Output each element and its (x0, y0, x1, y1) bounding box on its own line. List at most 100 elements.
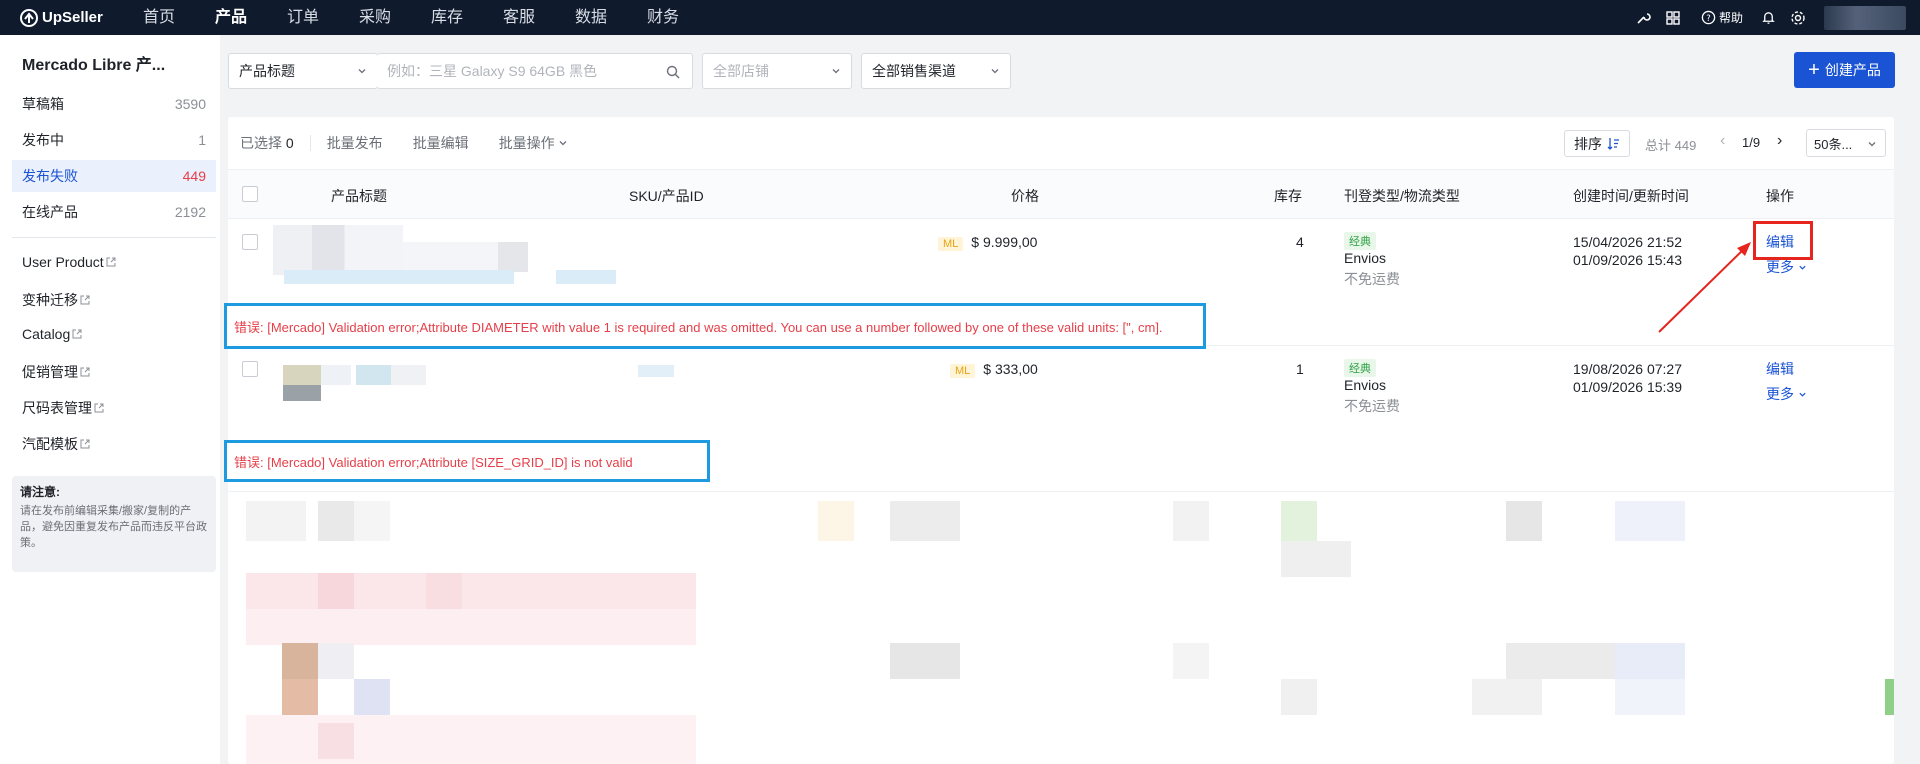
blurred-block (356, 365, 391, 385)
sidebar-item-label: 草稿箱 (22, 96, 64, 112)
bell-icon[interactable] (1761, 10, 1776, 25)
col-price: 价格 (1011, 188, 1039, 204)
price-cell: ML $ 9.999,00 (938, 234, 1037, 251)
row-checkbox[interactable] (242, 361, 258, 377)
next-page-icon[interactable]: › (1777, 132, 1782, 150)
external-link-icon (94, 403, 104, 413)
batch-edit-button[interactable]: 批量编辑 (413, 133, 469, 153)
chevron-down-icon (1799, 392, 1806, 397)
search-placeholder: 例如：三星 Galaxy S9 64GB 黑色 (387, 63, 598, 79)
sidebar-link-label: 促销管理 (22, 364, 78, 380)
nav-products[interactable]: 产品 (215, 0, 287, 35)
created-time: 19/08/2026 07:27 (1573, 361, 1682, 377)
shop-select[interactable]: 全部店铺 (702, 53, 852, 89)
sidebar-link-catalog[interactable]: Catalog (22, 326, 82, 342)
select-all-checkbox[interactable] (242, 186, 258, 202)
sidebar-link-label: 变种迁移 (22, 292, 78, 308)
stock-value: 4 (1296, 234, 1304, 250)
error-text: 错误: [Mercado] Validation error;Attribute… (234, 454, 633, 470)
updated-time: 01/09/2026 15:39 (1573, 379, 1682, 395)
error-message-1: 错误: [Mercado] Validation error;Attribute… (224, 303, 1206, 349)
logistics-type: Envios (1344, 377, 1387, 393)
sidebar-item-count: 449 (182, 168, 206, 184)
sort-button[interactable]: 排序 (1564, 130, 1630, 157)
field-select[interactable]: 产品标题 (228, 53, 378, 89)
sidebar-link-variant-migration[interactable]: 变种迁移 (22, 290, 90, 310)
search-icon[interactable] (666, 65, 680, 79)
table-header: 产品标题 SKU/产品ID 价格 库存 刊登类型/物流类型 创建时间/更新时间 … (228, 169, 1894, 219)
edit-highlight-box (1753, 221, 1813, 260)
search-input[interactable]: 例如：三星 Galaxy S9 64GB 黑色 (377, 53, 693, 89)
shop-select-value: 全部店铺 (713, 63, 769, 79)
main-menu: 首页 产品 订单 采购 库存 客服 数据 财务 (143, 0, 719, 35)
apps-grid-icon[interactable] (1665, 10, 1681, 26)
price-value: $ 333,00 (983, 361, 1038, 377)
sidebar-item-count: 3590 (174, 96, 206, 112)
logistics-type: Envios (1344, 250, 1387, 266)
batch-ops-dropdown[interactable]: 批量操作 (499, 133, 568, 153)
col-stock: 库存 (1274, 188, 1302, 204)
sidebar-item-publishing[interactable]: 发布中 1 (12, 124, 216, 156)
more-label: 更多 (1766, 259, 1794, 275)
col-sku: SKU/产品ID (629, 188, 704, 204)
gear-icon[interactable] (1790, 10, 1806, 26)
ml-badge: ML (938, 237, 964, 251)
edit-link[interactable]: 编辑 (1766, 359, 1794, 379)
blurred-link (556, 270, 616, 284)
nav-purchase[interactable]: 采购 (359, 0, 431, 35)
nav-customer-service[interactable]: 客服 (503, 0, 575, 35)
sidebar-link-label: Catalog (22, 326, 71, 342)
page-size-select[interactable]: 50条... (1806, 129, 1886, 157)
channel-select-value: 全部销售渠道 (872, 63, 956, 79)
create-product-button[interactable]: + 创建产品 (1794, 52, 1895, 88)
help-circle-icon: ? (1701, 10, 1716, 25)
shipping-type: 不免运费 (1344, 271, 1400, 287)
blurred-rows (228, 493, 1894, 764)
external-link-icon (106, 257, 116, 267)
nav-orders[interactable]: 订单 (287, 0, 359, 35)
sidebar-divider (12, 237, 216, 238)
page-indicator: 1/9 (1742, 135, 1761, 150)
row-checkbox[interactable] (242, 234, 258, 250)
sidebar-link-size-chart[interactable]: 尺码表管理 (22, 398, 104, 418)
sidebar-link-label: 汽配模板 (22, 436, 78, 452)
sidebar-item-publish-failed[interactable]: 发布失败 449 (12, 160, 216, 192)
help-button[interactable]: ? 帮助 (1701, 9, 1743, 26)
batch-publish-button[interactable]: 批量发布 (327, 133, 383, 153)
product-thumbnail (283, 385, 321, 401)
help-label: 帮助 (1718, 11, 1743, 25)
channel-select[interactable]: 全部销售渠道 (861, 53, 1011, 89)
col-listing-type: 刊登类型/物流类型 (1344, 188, 1460, 204)
batch-ops-label: 批量操作 (498, 135, 555, 151)
error-message-2: 错误: [Mercado] Validation error;Attribute… (224, 440, 710, 482)
total-count: 总计 449 (1645, 138, 1697, 153)
sidebar-item-online[interactable]: 在线产品 2192 (12, 196, 216, 228)
sidebar-link-user-product[interactable]: User Product (22, 254, 116, 270)
more-dropdown[interactable]: 更多 (1766, 384, 1807, 404)
sidebar-item-label: 在线产品 (22, 204, 78, 220)
sidebar-item-drafts[interactable]: 草稿箱 3590 (12, 88, 216, 120)
chevron-down-icon (559, 141, 567, 146)
sidebar-item-label: 发布失败 (22, 168, 78, 184)
error-text: 错误: [Mercado] Validation error;Attribute… (234, 319, 1163, 335)
blurred-block (498, 242, 528, 272)
user-avatar[interactable] (1824, 5, 1906, 30)
price-cell: ML $ 333,00 (950, 361, 1038, 378)
nav-finance[interactable]: 财务 (647, 0, 719, 35)
nav-home[interactable]: 首页 (143, 0, 215, 35)
sidebar-link-auto-parts-template[interactable]: 汽配模板 (22, 434, 90, 454)
more-dropdown[interactable]: 更多 (1766, 257, 1807, 277)
sidebar-link-promotions[interactable]: 促销管理 (22, 362, 90, 382)
brand-logo[interactable]: UpSeller (20, 8, 120, 27)
notice-title: 请注意: (20, 485, 60, 499)
nav-inventory[interactable]: 库存 (431, 0, 503, 35)
sort-icon (1607, 138, 1619, 150)
nav-data[interactable]: 数据 (575, 0, 647, 35)
external-link-icon (72, 329, 82, 339)
prev-page-icon[interactable]: ‹ (1720, 132, 1725, 150)
toolbar-divider (309, 135, 311, 151)
notice-text: 请在发布前编辑采集/搬家/复制的产品，避免因重复发布产品而违反平台政策。 (20, 505, 207, 549)
price-value: $ 9.999,00 (971, 234, 1038, 250)
upseller-logo-icon (20, 8, 38, 27)
wrench-icon[interactable] (1635, 10, 1651, 26)
